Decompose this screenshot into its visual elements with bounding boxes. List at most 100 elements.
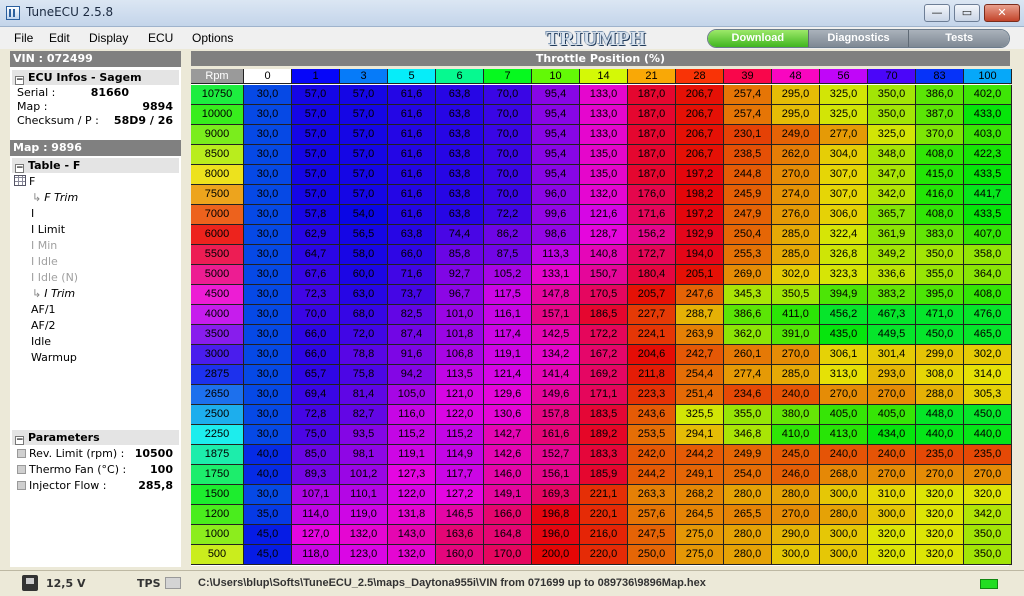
map-cell[interactable]: 187,0 <box>628 105 676 125</box>
map-cell[interactable]: 35,0 <box>244 505 292 525</box>
rpm-row-header[interactable]: 10750 <box>191 85 244 105</box>
map-cell[interactable]: 350,5 <box>772 285 820 305</box>
map-cell[interactable]: 204,6 <box>628 345 676 365</box>
map-cell[interactable]: 350,0 <box>916 245 964 265</box>
map-cell[interactable]: 355,0 <box>724 405 772 425</box>
map-cell[interactable]: 118,0 <box>292 545 340 565</box>
map-cell[interactable]: 185,9 <box>580 465 628 485</box>
map-cell[interactable]: 206,7 <box>676 145 724 165</box>
map-cell[interactable]: 234,6 <box>724 385 772 405</box>
map-cell[interactable]: 119,1 <box>484 345 532 365</box>
map-cell[interactable]: 408,0 <box>964 285 1012 305</box>
map-cell[interactable]: 106,8 <box>436 345 484 365</box>
map-cell[interactable]: 221,1 <box>580 485 628 505</box>
map-cell[interactable]: 245,9 <box>724 185 772 205</box>
map-cell[interactable]: 171,6 <box>628 205 676 225</box>
map-cell[interactable]: 220,0 <box>580 545 628 565</box>
map-cell[interactable]: 411,0 <box>772 305 820 325</box>
map-cell[interactable]: 394,9 <box>820 285 868 305</box>
map-cell[interactable]: 30,0 <box>244 305 292 325</box>
rpm-row-header[interactable]: 7500 <box>191 185 244 205</box>
map-cell[interactable]: 117,5 <box>484 285 532 305</box>
map-cell[interactable]: 170,0 <box>484 545 532 565</box>
map-cell[interactable]: 449,5 <box>868 325 916 345</box>
map-cell[interactable]: 63,8 <box>436 145 484 165</box>
map-cell[interactable]: 415,0 <box>916 165 964 185</box>
rpm-row-header[interactable]: 500 <box>191 545 244 565</box>
rpm-row-header[interactable]: 1750 <box>191 465 244 485</box>
map-cell[interactable]: 247,5 <box>628 525 676 545</box>
map-cell[interactable]: 187,0 <box>628 165 676 185</box>
map-cell[interactable]: 434,0 <box>868 425 916 445</box>
map-cell[interactable]: 61,6 <box>388 85 436 105</box>
throttle-column-header[interactable]: 83 <box>916 69 964 84</box>
throttle-column-header[interactable]: 39 <box>724 69 772 84</box>
map-cell[interactable]: 131,8 <box>388 505 436 525</box>
map-cell[interactable]: 113,3 <box>532 245 580 265</box>
map-cell[interactable]: 156,1 <box>532 465 580 485</box>
map-cell[interactable]: 40,0 <box>244 465 292 485</box>
map-cell[interactable]: 320,0 <box>916 485 964 505</box>
map-cell[interactable]: 61,6 <box>388 165 436 185</box>
map-cell[interactable]: 227,7 <box>628 305 676 325</box>
throttle-column-header[interactable]: 28 <box>676 69 724 84</box>
map-cell[interactable]: 71,6 <box>388 265 436 285</box>
map-cell[interactable]: 95,4 <box>532 145 580 165</box>
map-cell[interactable]: 276,0 <box>772 205 820 225</box>
map-cell[interactable]: 206,7 <box>676 85 724 105</box>
map-cell[interactable]: 149,1 <box>484 485 532 505</box>
map-cell[interactable]: 206,7 <box>676 125 724 145</box>
map-cell[interactable]: 216,0 <box>580 525 628 545</box>
rpm-row-header[interactable]: 5500 <box>191 245 244 265</box>
map-cell[interactable]: 30,0 <box>244 185 292 205</box>
map-cell[interactable]: 30,0 <box>244 125 292 145</box>
map-cell[interactable]: 70,0 <box>484 125 532 145</box>
menu-edit[interactable]: Edit <box>49 31 70 45</box>
throttle-column-header[interactable]: 3 <box>340 69 388 84</box>
map-cell[interactable]: 244,2 <box>628 465 676 485</box>
map-cell[interactable]: 95,4 <box>532 125 580 145</box>
map-cell[interactable]: 320,0 <box>916 545 964 565</box>
map-cell[interactable]: 350,0 <box>964 525 1012 545</box>
map-cell[interactable]: 135,0 <box>580 165 628 185</box>
map-cell[interactable]: 70,0 <box>484 145 532 165</box>
map-cell[interactable]: 57,0 <box>292 185 340 205</box>
map-cell[interactable]: 265,5 <box>724 505 772 525</box>
map-cell[interactable]: 301,4 <box>868 345 916 365</box>
map-cell[interactable]: 121,6 <box>580 205 628 225</box>
map-cell[interactable]: 456,2 <box>820 305 868 325</box>
map-cell[interactable]: 320,0 <box>916 525 964 545</box>
map-cell[interactable]: 147,8 <box>532 285 580 305</box>
tree-item-i-idle[interactable]: I Idle <box>31 255 58 269</box>
map-cell[interactable]: 164,8 <box>484 525 532 545</box>
map-cell[interactable]: 262,0 <box>772 145 820 165</box>
rpm-row-header[interactable]: 2500 <box>191 405 244 425</box>
map-cell[interactable]: 170,5 <box>580 285 628 305</box>
map-cell[interactable]: 95,4 <box>532 165 580 185</box>
map-cell[interactable]: 422,3 <box>964 145 1012 165</box>
map-cell[interactable]: 70,0 <box>292 305 340 325</box>
map-cell[interactable]: 386,6 <box>724 305 772 325</box>
map-cell[interactable]: 342,0 <box>964 505 1012 525</box>
map-cell[interactable]: 323,3 <box>820 265 868 285</box>
map-cell[interactable]: 192,9 <box>676 225 724 245</box>
map-cell[interactable]: 127,3 <box>388 465 436 485</box>
map-cell[interactable]: 86,2 <box>484 225 532 245</box>
map-cell[interactable]: 121,0 <box>436 385 484 405</box>
map-cell[interactable]: 285,0 <box>772 365 820 385</box>
map-cell[interactable]: 251,4 <box>676 385 724 405</box>
map-cell[interactable]: 72,3 <box>292 285 340 305</box>
map-cell[interactable]: 386,0 <box>916 85 964 105</box>
map-cell[interactable]: 57,0 <box>292 165 340 185</box>
map-cell[interactable]: 133,0 <box>580 125 628 145</box>
map-cell[interactable]: 130,6 <box>484 405 532 425</box>
map-cell[interactable]: 254,4 <box>676 365 724 385</box>
map-cell[interactable]: 325,0 <box>868 125 916 145</box>
map-cell[interactable]: 57,0 <box>340 125 388 145</box>
map-cell[interactable]: 270,0 <box>868 385 916 405</box>
map-cell[interactable]: 350,0 <box>868 85 916 105</box>
map-cell[interactable]: 206,7 <box>676 105 724 125</box>
map-cell[interactable]: 105,2 <box>484 265 532 285</box>
map-cell[interactable]: 85,8 <box>436 245 484 265</box>
map-cell[interactable]: 66,0 <box>292 345 340 365</box>
